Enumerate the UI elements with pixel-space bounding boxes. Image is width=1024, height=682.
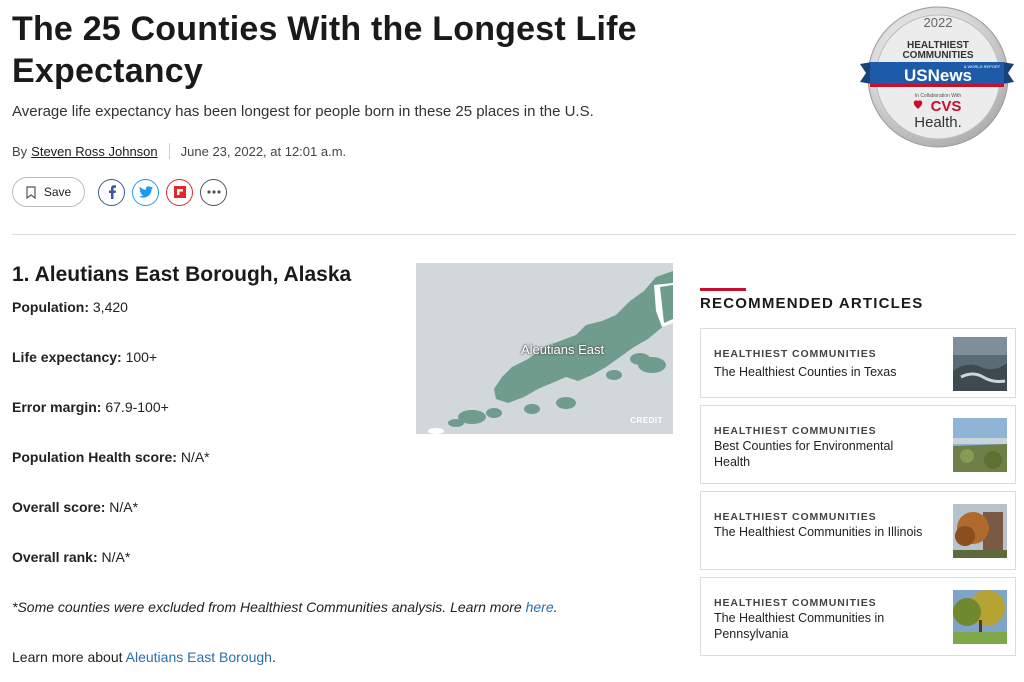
stat-value: N/A* xyxy=(180,449,210,465)
share-flipboard-button[interactable] xyxy=(166,178,193,206)
recommended-card[interactable]: HEALTHIEST COMMUNITIES The Healthiest Co… xyxy=(700,491,1016,570)
badge-line2: COMMUNITIES xyxy=(902,50,973,61)
bookmark-icon xyxy=(26,185,36,199)
stat-value: N/A* xyxy=(109,499,139,515)
stat-value: 100+ xyxy=(125,349,158,365)
card-category[interactable]: HEALTHIEST COMMUNITIES xyxy=(714,597,877,609)
healthiest-communities-badge: 2022 HEALTHIEST COMMUNITIES & WORLD REPO… xyxy=(860,6,1014,148)
save-button[interactable]: Save xyxy=(12,177,85,207)
card-category[interactable]: HEALTHIEST COMMUNITIES xyxy=(714,511,877,523)
county-profile-link[interactable]: Aleutians East Borough xyxy=(126,649,272,665)
county-heading: 1. Aleutians East Borough, Alaska xyxy=(12,263,352,286)
stat-label: Overall score: xyxy=(12,499,106,515)
stat-label: Population Health score: xyxy=(12,449,177,465)
stat-value: 67.9-100+ xyxy=(105,399,169,415)
recommended-accent-bar xyxy=(700,288,746,291)
card-thumbnail[interactable] xyxy=(953,418,1007,472)
county-map[interactable]: Aleutians East CREDIT xyxy=(416,263,673,434)
recommended-card[interactable]: HEALTHIEST COMMUNITIES The Healthiest Co… xyxy=(700,328,1016,398)
card-title[interactable]: The Healthiest Communities in Pennsylvan… xyxy=(714,610,924,642)
map-credit[interactable]: CREDIT xyxy=(630,416,663,425)
stat-label: Error margin: xyxy=(12,399,102,415)
stat-label: Overall rank: xyxy=(12,549,98,565)
stat-label: Population: xyxy=(12,299,89,315)
share-facebook-button[interactable] xyxy=(98,178,125,206)
badge-year: 2022 xyxy=(924,15,953,30)
article-title: The 25 Counties With the Longest Life Ex… xyxy=(12,10,637,90)
stat-overall-rank: Overall rank: N/A* xyxy=(12,549,130,565)
recommended-heading: RECOMMENDED ARTICLES xyxy=(700,295,924,312)
article-subtitle: Average life expectancy has been longest… xyxy=(12,103,594,120)
learn-prefix: Learn more about xyxy=(12,649,126,665)
note-here-link[interactable]: here xyxy=(526,599,554,615)
stat-value: N/A* xyxy=(101,549,131,565)
stat-overall-score: Overall score: N/A* xyxy=(12,499,138,515)
card-title[interactable]: Best Counties for Environmental Health xyxy=(714,438,924,470)
twitter-icon xyxy=(138,186,153,198)
card-title[interactable]: The Healthiest Communities in Illinois xyxy=(714,524,924,540)
publish-date: June 23, 2022, at 12:01 a.m. xyxy=(180,143,347,159)
learn-more: Learn more about Aleutians East Borough. xyxy=(12,649,276,665)
article-actions: Save xyxy=(12,177,234,207)
byline: By Steven Ross Johnson June 23, 2022, at… xyxy=(12,143,346,159)
exclusion-note: *Some counties were excluded from Health… xyxy=(12,599,558,615)
stat-error-margin: Error margin: 67.9-100+ xyxy=(12,399,169,415)
byline-prefix: By xyxy=(12,143,28,159)
badge-health: Health. xyxy=(914,114,962,131)
share-twitter-button[interactable] xyxy=(132,178,159,206)
header-divider xyxy=(12,234,1016,235)
save-label: Save xyxy=(43,185,72,199)
learn-end: . xyxy=(271,649,276,665)
card-thumbnail[interactable] xyxy=(953,504,1007,558)
stat-population-health-score: Population Health score: N/A* xyxy=(12,449,210,465)
flipboard-icon xyxy=(173,186,186,198)
stat-value: 3,420 xyxy=(92,299,128,315)
share-more-button[interactable] xyxy=(200,178,227,206)
card-category[interactable]: HEALTHIEST COMMUNITIES xyxy=(714,348,877,360)
author-link[interactable]: Steven Ross Johnson xyxy=(31,144,157,159)
more-icon xyxy=(206,190,221,194)
stat-population: Population: 3,420 xyxy=(12,299,128,315)
recommended-card[interactable]: HEALTHIEST COMMUNITIES The Healthiest Co… xyxy=(700,577,1016,656)
recommended-card[interactable]: HEALTHIEST COMMUNITIES Best Counties for… xyxy=(700,405,1016,484)
card-thumbnail[interactable] xyxy=(953,337,1007,391)
byline-separator xyxy=(168,143,170,159)
note-text: *Some counties were excluded from Health… xyxy=(12,599,526,615)
badge-brand: USNews xyxy=(904,66,972,85)
stat-label: Life expectancy: xyxy=(12,349,122,365)
note-end: . xyxy=(553,599,558,615)
map-label: Aleutians East xyxy=(521,342,605,357)
stat-life-expectancy: Life expectancy: 100+ xyxy=(12,349,157,365)
facebook-icon xyxy=(108,185,116,199)
badge-cvs: CVS xyxy=(931,98,962,115)
card-thumbnail[interactable] xyxy=(953,590,1007,644)
card-category[interactable]: HEALTHIEST COMMUNITIES xyxy=(714,425,877,437)
card-title[interactable]: The Healthiest Counties in Texas xyxy=(714,364,924,380)
